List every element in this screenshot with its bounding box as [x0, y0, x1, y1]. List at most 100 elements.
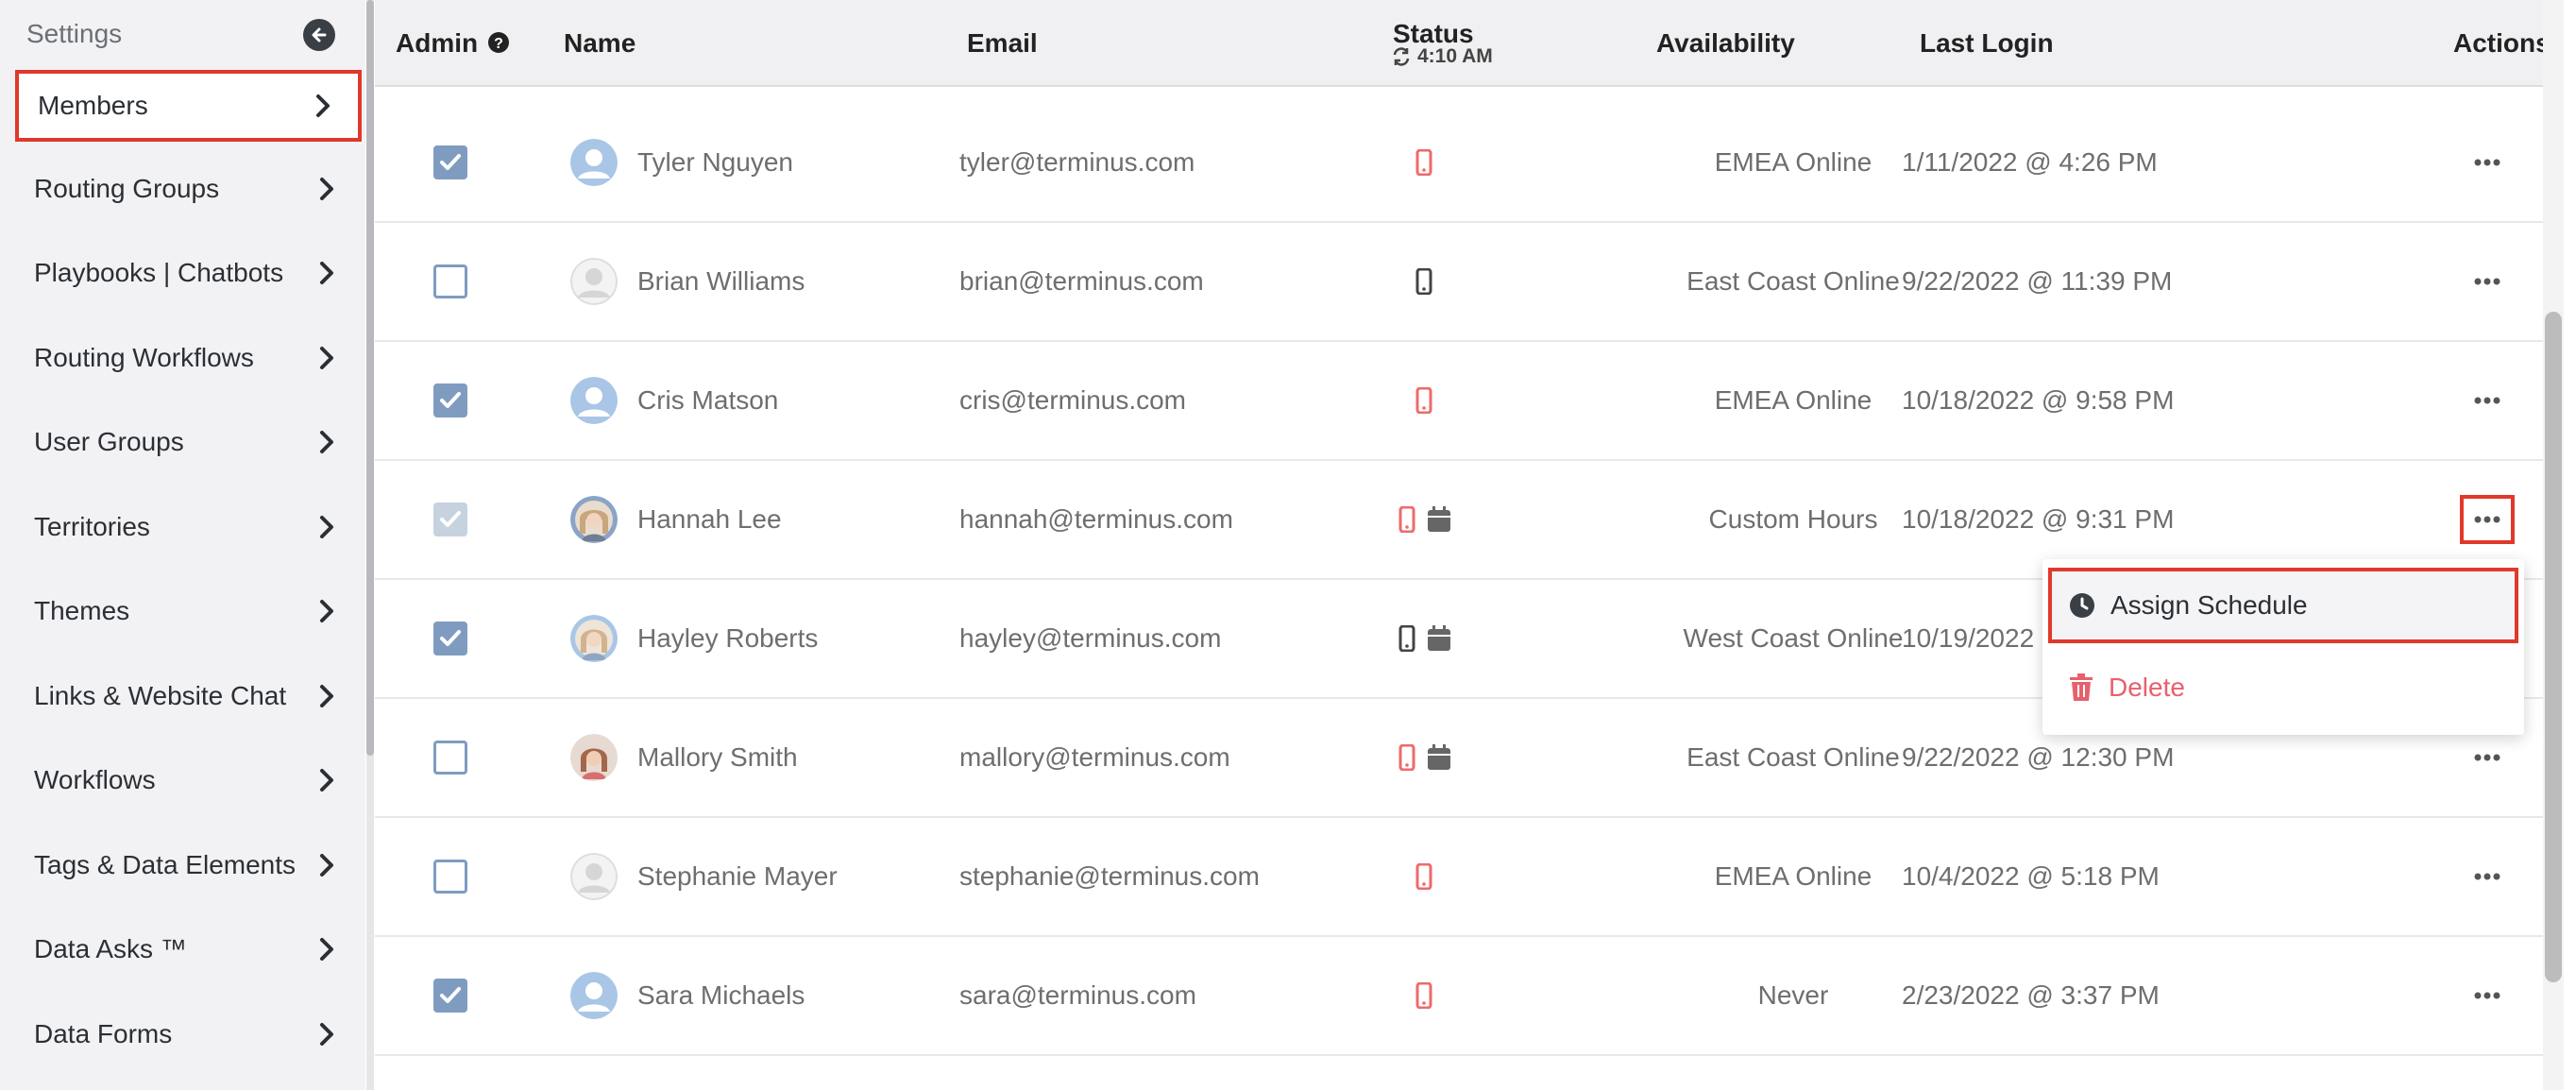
sidebar-item-label: Territories — [34, 512, 150, 541]
avatar — [570, 496, 618, 543]
column-header-admin[interactable]: Admin ? — [396, 28, 510, 59]
clock-icon — [2070, 593, 2094, 618]
status-refresh[interactable]: 4:10 AM — [1391, 45, 1493, 68]
chevron-right-icon — [320, 347, 333, 369]
status-time: 4:10 AM — [1417, 45, 1493, 67]
main-scrollbar-thumb[interactable] — [2545, 312, 2562, 982]
table-row: Cris Matson cris@terminus.com EMEA Onlin… — [375, 342, 2547, 461]
admin-checkbox[interactable] — [433, 145, 467, 179]
member-name: Stephanie Mayer — [637, 861, 838, 891]
assign-schedule-label: Assign Schedule — [2110, 590, 2308, 620]
sidebar-title: Settings — [26, 19, 123, 48]
chevron-right-icon — [320, 854, 333, 877]
column-header-actions: Actions — [2453, 28, 2551, 58]
calendar-icon — [1428, 744, 1450, 770]
member-last-login: 10/4/2022 @ 5:18 PM — [1902, 861, 2160, 891]
sidebar-item-routing-groups[interactable]: Routing Groups — [15, 153, 362, 225]
members-table: Admin ? Name Email Status 4:10 AM Availa… — [375, 0, 2551, 1090]
sidebar-item-label: User Groups — [34, 427, 184, 456]
sidebar-item-playbooks-chatbots[interactable]: Playbooks | Chatbots — [15, 237, 362, 309]
member-last-login: 9/22/2022 @ 12:30 PM — [1902, 742, 2175, 772]
sidebar-item-data-asks[interactable]: Data Asks ™ — [15, 913, 362, 985]
member-last-login: 10/19/2022 — [1902, 623, 2035, 653]
member-status — [1415, 149, 1432, 176]
assign-schedule-menu-item[interactable]: Assign Schedule — [2048, 568, 2518, 643]
sidebar-item-data-forms[interactable]: Data Forms — [15, 998, 362, 1070]
member-email: mallory@terminus.com — [959, 742, 1230, 772]
chevron-right-icon — [320, 178, 333, 200]
more-actions-icon[interactable] — [2473, 515, 2501, 524]
mobile-phone-icon — [1415, 387, 1432, 414]
chevron-right-icon — [320, 600, 333, 622]
member-last-login: 10/18/2022 @ 9:31 PM — [1902, 504, 2175, 534]
sidebar-item-links-website-chat[interactable]: Links & Website Chat — [15, 660, 362, 732]
chevron-right-icon — [320, 516, 333, 538]
chevron-right-icon — [320, 685, 333, 707]
sidebar-item-label: Links & Website Chat — [34, 681, 287, 710]
mobile-phone-icon — [1415, 863, 1432, 890]
sidebar-item-members[interactable]: Members — [15, 70, 362, 142]
sidebar-item-themes[interactable]: Themes — [15, 575, 362, 647]
back-arrow-icon[interactable] — [303, 19, 335, 51]
member-status — [1415, 982, 1432, 1009]
chevron-right-icon — [320, 1023, 333, 1046]
member-name: Cris Matson — [637, 385, 779, 415]
admin-checkbox[interactable] — [433, 622, 467, 656]
more-actions-icon[interactable] — [2473, 872, 2501, 881]
delete-menu-item[interactable]: Delete — [2048, 650, 2518, 725]
chevron-right-icon — [316, 94, 330, 117]
avatar — [570, 615, 618, 662]
table-row: Sara Michaels sara@terminus.com Never 2/… — [375, 937, 2547, 1056]
member-last-login: 10/18/2022 @ 9:58 PM — [1902, 385, 2175, 415]
sidebar-item-label: Tags & Data Elements — [34, 850, 297, 879]
sidebar-item-label: Data Forms — [34, 1019, 173, 1048]
sidebar-item-label: Routing Groups — [34, 174, 220, 203]
column-header-name[interactable]: Name — [564, 28, 636, 59]
avatar — [570, 258, 618, 305]
more-actions-icon[interactable] — [2473, 158, 2501, 167]
more-actions-icon[interactable] — [2473, 991, 2501, 1000]
sidebar-header: Settings — [0, 0, 365, 70]
chevron-right-icon — [320, 938, 333, 961]
member-name: Tyler Nguyen — [637, 147, 793, 177]
sidebar-item-territories[interactable]: Territories — [15, 491, 362, 563]
admin-checkbox[interactable] — [433, 741, 467, 775]
column-header-admin-label: Admin — [396, 28, 479, 58]
member-name: Sara Michaels — [637, 980, 805, 1010]
sidebar-item-routing-workflows[interactable]: Routing Workflows — [15, 322, 362, 394]
help-icon[interactable]: ? — [487, 31, 510, 54]
avatar — [570, 139, 618, 186]
column-header-email[interactable]: Email — [967, 28, 1038, 59]
member-status — [1415, 863, 1432, 890]
chevron-right-icon — [320, 262, 333, 284]
calendar-icon — [1428, 506, 1450, 532]
chevron-right-icon — [320, 431, 333, 453]
member-email: hannah@terminus.com — [959, 504, 1233, 534]
sidebar-item-label: Routing Workflows — [34, 343, 254, 372]
admin-checkbox[interactable] — [433, 383, 467, 417]
member-status — [1415, 268, 1432, 295]
sidebar-item-user-groups[interactable]: User Groups — [15, 406, 362, 478]
member-email: sara@terminus.com — [959, 980, 1196, 1010]
admin-checkbox[interactable] — [433, 979, 467, 1013]
mobile-phone-icon — [1398, 625, 1415, 652]
sidebar-item-workflows[interactable]: Workflows — [15, 744, 362, 816]
column-header-availability[interactable]: Availability — [1656, 28, 1795, 59]
sidebar-scrollbar-thumb[interactable] — [366, 0, 374, 756]
member-status — [1398, 744, 1451, 771]
mobile-phone-icon — [1415, 268, 1432, 295]
admin-checkbox[interactable] — [433, 502, 467, 536]
avatar — [570, 853, 618, 900]
admin-checkbox[interactable] — [433, 264, 467, 298]
mobile-phone-icon — [1415, 982, 1432, 1009]
admin-checkbox[interactable] — [433, 860, 467, 894]
table-header: Admin ? Name Email Status 4:10 AM Availa… — [375, 0, 2551, 87]
sidebar-item-tags-data-elements[interactable]: Tags & Data Elements — [15, 829, 362, 901]
more-actions-icon[interactable] — [2473, 396, 2501, 405]
more-actions-icon[interactable] — [2473, 277, 2501, 286]
delete-label: Delete — [2109, 673, 2185, 702]
sidebar-item-label: Data Asks ™ — [34, 934, 187, 963]
column-header-last-login[interactable]: Last Login — [1920, 28, 2054, 59]
more-actions-icon[interactable] — [2473, 753, 2501, 762]
member-name: Hannah Lee — [637, 504, 782, 534]
